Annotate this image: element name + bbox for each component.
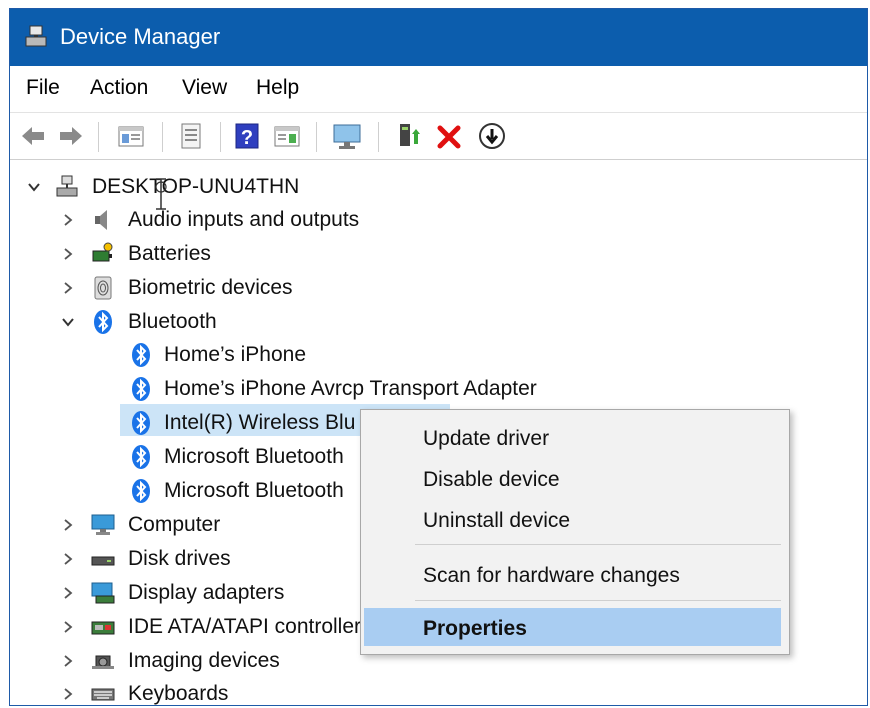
tree-item-label: Display adapters <box>128 581 285 604</box>
action-pane-icon[interactable] <box>272 120 302 152</box>
chevron-right-icon[interactable] <box>58 210 78 230</box>
context-menu-separator <box>415 600 781 601</box>
disable-device-menu-item[interactable]: Disable device <box>423 468 560 492</box>
title-bar[interactable]: Device Manager <box>10 9 867 66</box>
tree-item-label: Microsoft Bluetooth <box>164 479 344 502</box>
svg-text:?: ? <box>241 127 253 149</box>
bluetooth-icon <box>132 411 150 435</box>
tree-category-audio[interactable]: Audio inputs and outputs <box>10 204 867 236</box>
device-manager-window: Device Manager File Action View Help ? D… <box>9 8 868 706</box>
toolbar-separator <box>162 122 163 152</box>
tree-item-label: Batteries <box>128 242 211 265</box>
tree-item-label: Audio inputs and outputs <box>128 208 360 231</box>
scan-hardware-changes-menu-item[interactable]: Scan for hardware changes <box>423 564 680 588</box>
tree-category-biometric[interactable]: Biometric devices <box>10 272 867 304</box>
properties-menu-item[interactable]: Properties <box>364 608 781 646</box>
bluetooth-icon <box>132 377 150 401</box>
show-hide-console-tree-icon[interactable] <box>116 120 146 152</box>
tree-item-label: Bluetooth <box>128 310 217 333</box>
bluetooth-icon <box>132 343 150 367</box>
forward-arrow-icon[interactable] <box>56 120 86 152</box>
tree-device-avrcp-adapter[interactable]: Home’s iPhone Avrcp Transport Adapter <box>10 373 867 405</box>
fingerprint-icon <box>94 276 112 300</box>
scan-monitor-icon[interactable] <box>330 120 364 152</box>
toolbar-separator <box>378 122 379 152</box>
device-manager-app-icon <box>25 25 47 47</box>
disable-device-down-arrow-icon[interactable] <box>476 120 508 152</box>
tree-item-label: Keyboards <box>128 682 229 705</box>
uninstall-red-x-icon[interactable] <box>434 120 464 152</box>
bluetooth-icon <box>94 310 112 334</box>
computer-name-label: DESKTOP-UNU4THN <box>92 175 300 198</box>
chevron-right-icon[interactable] <box>58 549 78 569</box>
battery-icon <box>92 242 113 262</box>
chevron-right-icon[interactable] <box>58 583 78 603</box>
ide-controller-icon <box>91 621 115 635</box>
chevron-right-icon[interactable] <box>58 651 78 671</box>
keyboard-icon <box>91 688 115 701</box>
display-adapter-icon <box>91 582 115 604</box>
tree-item-label: Disk drives <box>128 547 231 570</box>
text-cursor-icon <box>155 178 167 210</box>
toolbar: ? <box>10 112 867 160</box>
context-menu: Update driver Disable device Uninstall d… <box>360 409 790 655</box>
monitor-icon <box>91 514 115 535</box>
tree-category-bluetooth[interactable]: Bluetooth <box>10 306 867 338</box>
toolbar-separator <box>98 122 99 152</box>
bluetooth-icon <box>132 445 150 469</box>
tree-item-label: Imaging devices <box>128 649 280 672</box>
chevron-right-icon[interactable] <box>58 244 78 264</box>
chevron-down-icon[interactable] <box>58 312 78 332</box>
tree-item-label: Intel(R) Wireless Blu <box>164 411 356 434</box>
chevron-right-icon[interactable] <box>58 684 78 704</box>
menu-action[interactable]: Action <box>90 76 148 100</box>
tree-item-label: IDE ATA/ATAPI controller <box>128 615 362 638</box>
camera-icon <box>92 655 114 669</box>
computer-root-icon <box>56 175 78 197</box>
chevron-right-icon[interactable] <box>58 278 78 298</box>
disk-drive-icon <box>91 556 115 566</box>
tree-item-label: Home’s iPhone Avrcp Transport Adapter <box>164 377 537 400</box>
menu-file[interactable]: File <box>26 76 60 100</box>
tree-category-batteries[interactable]: Batteries <box>10 238 867 270</box>
tree-item-label: Biometric devices <box>128 276 293 299</box>
window-title: Device Manager <box>60 24 221 49</box>
bluetooth-icon <box>132 479 150 503</box>
update-driver-menu-item[interactable]: Update driver <box>423 427 549 451</box>
context-menu-separator <box>415 544 781 545</box>
tree-category-keyboards[interactable]: Keyboards <box>10 678 867 705</box>
menu-help[interactable]: Help <box>256 76 299 100</box>
tree-root[interactable]: DESKTOP-UNU4THN <box>10 171 867 203</box>
menu-bar: File Action View Help <box>10 66 867 112</box>
back-arrow-icon[interactable] <box>18 120 48 152</box>
speaker-icon <box>95 210 107 230</box>
tree-item-label: Computer <box>128 513 221 536</box>
chevron-down-icon[interactable] <box>24 177 44 197</box>
properties-label: Properties <box>423 617 527 640</box>
tree-item-label: Home’s iPhone <box>164 343 307 366</box>
tree-item-label: Microsoft Bluetooth <box>164 445 344 468</box>
update-driver-icon[interactable] <box>394 120 424 152</box>
tree-device-homes-iphone[interactable]: Home’s iPhone <box>10 339 867 371</box>
toolbar-separator <box>220 122 221 152</box>
chevron-right-icon[interactable] <box>58 617 78 637</box>
properties-sheet-icon[interactable] <box>176 120 206 152</box>
uninstall-device-menu-item[interactable]: Uninstall device <box>423 509 570 533</box>
chevron-right-icon[interactable] <box>58 515 78 535</box>
help-icon[interactable]: ? <box>232 120 262 152</box>
toolbar-separator <box>316 122 317 152</box>
menu-view[interactable]: View <box>182 76 227 100</box>
